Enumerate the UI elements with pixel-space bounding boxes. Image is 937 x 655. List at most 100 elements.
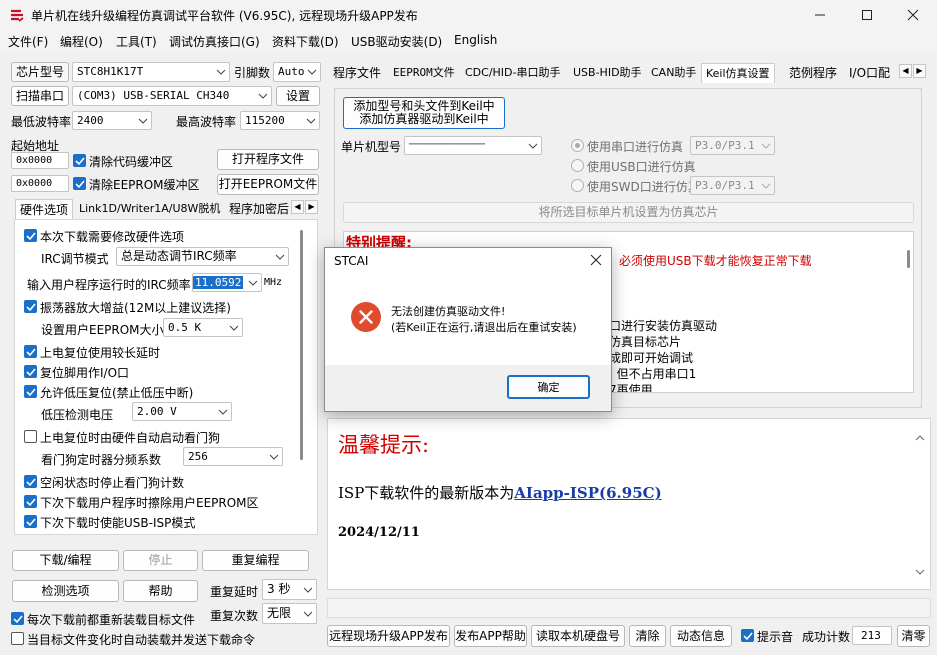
menu-download[interactable]: 资料下载(D) bbox=[272, 33, 339, 50]
lvd-reset-checkbox[interactable] bbox=[24, 385, 37, 398]
serial-port-select[interactable]: (COM3) USB-SERIAL CH340 bbox=[72, 86, 272, 106]
open-program-file-button[interactable]: 打开程序文件 bbox=[217, 149, 319, 170]
eeprom-start-address-input[interactable]: 0x0000 bbox=[11, 175, 69, 192]
reset-io-checkbox[interactable] bbox=[24, 365, 37, 378]
minimize-icon[interactable] bbox=[812, 7, 828, 23]
por-delay-checkbox[interactable] bbox=[24, 345, 37, 358]
reload-each-label: 每次下载前都重新装载目标文件 bbox=[27, 613, 196, 627]
menu-file[interactable]: 文件(F) bbox=[8, 33, 48, 50]
min-baud-label: 最低波特率 bbox=[11, 115, 72, 129]
sim-serial-port-select[interactable]: P3.0/P3.1 bbox=[690, 136, 775, 155]
tab-scroll-left-icon[interactable]: ◀ bbox=[291, 200, 304, 214]
options-scrollbar[interactable] bbox=[300, 230, 303, 460]
sim-serial-radio[interactable] bbox=[571, 139, 584, 152]
dialog-ok-button[interactable]: 确定 bbox=[507, 375, 590, 399]
sound-checkbox[interactable] bbox=[741, 629, 754, 642]
wdt-idle-stop-checkbox[interactable] bbox=[24, 475, 37, 488]
tips-scroll-down-icon[interactable] bbox=[915, 565, 925, 575]
repeat-delay-select[interactable]: 3 秒 bbox=[262, 579, 317, 600]
notice-scrollbar[interactable] bbox=[907, 250, 910, 268]
tab-program-file[interactable]: 程序文件 bbox=[329, 63, 385, 83]
reload-each-checkbox[interactable] bbox=[11, 612, 24, 625]
sim-swd-label: 使用SWD口进行仿真 bbox=[587, 180, 700, 194]
dynamic-info-button[interactable]: 动态信息 bbox=[670, 625, 732, 647]
read-disk-id-button[interactable]: 读取本机硬盘号 bbox=[531, 625, 625, 647]
tab-scroll-right-icon[interactable]: ▶ bbox=[305, 200, 318, 214]
tab-scroll-right-icon[interactable]: ▶ bbox=[913, 64, 926, 78]
usb-isp-checkbox[interactable] bbox=[24, 515, 37, 528]
pin-count-select[interactable]: Auto bbox=[273, 62, 321, 82]
irc-frequency-select[interactable]: 11.0592 bbox=[192, 273, 262, 292]
menu-tools[interactable]: 工具(T) bbox=[116, 33, 157, 50]
tab-serial-assistant[interactable]: CDC/HID-串口助手 bbox=[461, 63, 565, 83]
chip-model-select[interactable]: STC8H1K17T bbox=[72, 62, 230, 82]
sim-swd-port-select[interactable]: P3.0/P3.1 bbox=[690, 176, 775, 195]
irc-mode-value: 总是动态调节IRC频率 bbox=[121, 249, 237, 263]
maximize-icon[interactable] bbox=[859, 7, 875, 23]
chip-model-label: 芯片型号 bbox=[11, 62, 69, 82]
dialog-close-icon[interactable] bbox=[589, 253, 603, 267]
close-icon[interactable] bbox=[905, 7, 921, 23]
tab-examples[interactable]: 范例程序 bbox=[785, 63, 841, 83]
mcu-model-label: 单片机型号 bbox=[341, 140, 402, 154]
tab-hardware-options[interactable]: 硬件选项 bbox=[15, 199, 74, 219]
tips-version-link[interactable]: AIapp-ISP(6.95C) bbox=[514, 484, 661, 502]
tab-keil-sim[interactable]: Keil仿真设置 bbox=[701, 63, 775, 83]
lvd-voltage-select[interactable]: 2.00 V bbox=[132, 402, 232, 421]
check-options-button[interactable]: 检测选项 bbox=[12, 580, 119, 602]
eeprom-size-select[interactable]: 0.5 K bbox=[163, 318, 243, 337]
reset-count-button[interactable]: 清零 bbox=[897, 625, 930, 647]
tips-hscrollbar[interactable] bbox=[327, 598, 931, 618]
tab-usb-hid[interactable]: USB-HID助手 bbox=[569, 63, 646, 83]
right-tab-strip: 程序文件 EEPROM文件 CDC/HID-串口助手 USB-HID助手 CAN… bbox=[329, 63, 931, 83]
publish-help-button[interactable]: 发布APP帮助 bbox=[454, 625, 527, 647]
wdt-auto-start-checkbox[interactable] bbox=[24, 430, 37, 443]
irc-mode-select[interactable]: 总是动态调节IRC频率 bbox=[116, 247, 289, 266]
max-baud-select[interactable]: 115200 bbox=[240, 111, 320, 130]
menu-debug[interactable]: 调试仿真接口(G) bbox=[169, 33, 260, 50]
osc-gain-checkbox[interactable] bbox=[24, 300, 37, 313]
chip-model-value: STC8H1K17T bbox=[77, 65, 144, 78]
tab-can[interactable]: CAN助手 bbox=[647, 63, 700, 83]
tab-scroll-left-icon[interactable]: ◀ bbox=[899, 64, 912, 78]
menu-usb-driver[interactable]: USB驱动安装(D) bbox=[351, 33, 442, 50]
sim-swd-radio[interactable] bbox=[571, 179, 584, 192]
scan-port-button[interactable]: 扫描串口 bbox=[11, 86, 69, 106]
add-to-keil-button[interactable]: 添加型号和头文件到Keil中 添加仿真器驱动到Keil中 bbox=[343, 97, 505, 129]
menu-english[interactable]: English bbox=[454, 33, 497, 47]
auto-reload-label: 当目标文件变化时自动装载并发送下载命令 bbox=[27, 633, 256, 647]
serial-port-value: (COM3) USB-SERIAL CH340 bbox=[77, 89, 230, 102]
download-program-button[interactable]: 下载/编程 bbox=[12, 550, 119, 571]
erase-eeprom-checkbox[interactable] bbox=[24, 495, 37, 508]
clear-eeprom-buffer-checkbox[interactable] bbox=[73, 177, 86, 190]
open-eeprom-file-button[interactable]: 打开EEPROM文件 bbox=[217, 174, 319, 195]
wdt-divider-select[interactable]: 256 bbox=[183, 447, 283, 466]
modify-hardware-checkbox[interactable] bbox=[24, 229, 37, 242]
tab-offline-writer[interactable]: Link1D/Writer1A/U8W脱机 bbox=[75, 199, 224, 219]
tips-scroll-up-icon[interactable] bbox=[915, 431, 925, 441]
set-target-chip-button[interactable]: 将所选目标单片机设置为仿真芯片 bbox=[343, 202, 914, 223]
pin-count-label: 引脚数 bbox=[234, 66, 271, 80]
tab-encryption[interactable]: 程序加密后 bbox=[225, 199, 299, 219]
clear-button[interactable]: 清除 bbox=[629, 625, 666, 647]
menu-program[interactable]: 编程(O) bbox=[60, 33, 103, 50]
remote-upgrade-button[interactable]: 远程现场升级APP发布 bbox=[327, 625, 450, 647]
mcu-model-select[interactable]: ────────────── bbox=[404, 136, 542, 155]
tab-io-config[interactable]: I/O口配 bbox=[845, 63, 901, 83]
auto-reload-checkbox[interactable] bbox=[11, 632, 24, 645]
repeat-count-select[interactable]: 无限 bbox=[262, 603, 317, 624]
help-button[interactable]: 帮助 bbox=[123, 580, 198, 602]
stop-button[interactable]: 停止 bbox=[123, 550, 198, 571]
sim-usb-radio[interactable] bbox=[571, 159, 584, 172]
irc-mode-label: IRC调节模式 bbox=[41, 252, 109, 266]
chevron-down-icon bbox=[305, 117, 317, 125]
code-start-address-input[interactable]: 0x0000 bbox=[11, 152, 69, 169]
tab-eeprom-file[interactable]: EEPROM文件 bbox=[389, 63, 459, 83]
port-settings-button[interactable]: 设置 bbox=[276, 86, 320, 106]
chevron-down-icon bbox=[760, 182, 772, 190]
repeat-program-button[interactable]: 重复编程 bbox=[202, 550, 309, 571]
clear-code-buffer-checkbox[interactable] bbox=[73, 154, 86, 167]
sim-serial-label: 使用串口进行仿真 bbox=[587, 140, 684, 154]
tips-panel: 温馨提示: ISP下载软件的最新版本为AIapp-ISP(6.95C) 2024… bbox=[327, 418, 931, 590]
min-baud-select[interactable]: 2400 bbox=[72, 111, 152, 130]
